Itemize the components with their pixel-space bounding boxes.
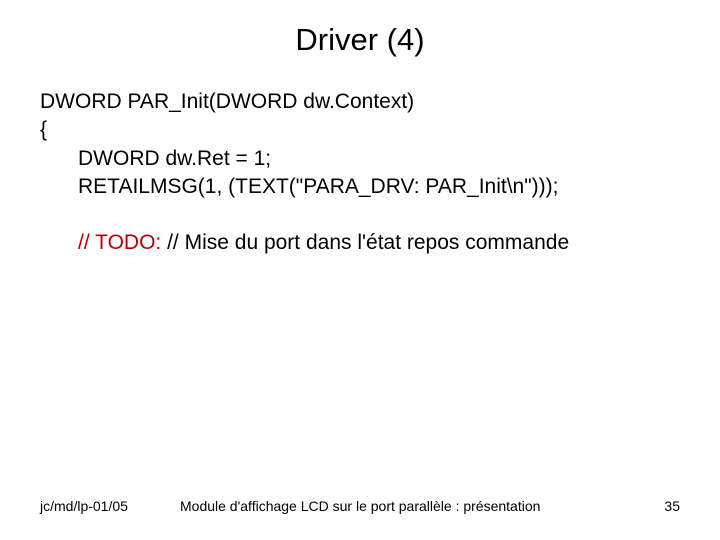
todo-text: // Mise du port dans l'état repos comman… — [161, 231, 569, 254]
footer-center: Module d'affichage LCD sur le port paral… — [180, 498, 664, 514]
code-line-4: RETAILMSG(1, (TEXT("PARA_DRV: PAR_Init\n… — [40, 173, 680, 201]
code-line-1: DWORD PAR_Init(DWORD dw.Context) — [40, 88, 680, 116]
slide-content: DWORD PAR_Init(DWORD dw.Context) { DWORD… — [0, 88, 720, 258]
code-line-2: { — [40, 116, 680, 144]
slide-title: Driver (4) — [0, 0, 720, 88]
footer-left: jc/md/lp-01/05 — [40, 498, 180, 514]
code-todo-line: // TODO: // Mise du port dans l'état rep… — [40, 229, 680, 257]
todo-keyword: // TODO: — [78, 231, 161, 254]
code-line-3: DWORD dw.Ret = 1; — [40, 145, 680, 173]
slide-footer: jc/md/lp-01/05 Module d'affichage LCD su… — [0, 498, 720, 514]
footer-page-number: 35 — [664, 498, 680, 514]
